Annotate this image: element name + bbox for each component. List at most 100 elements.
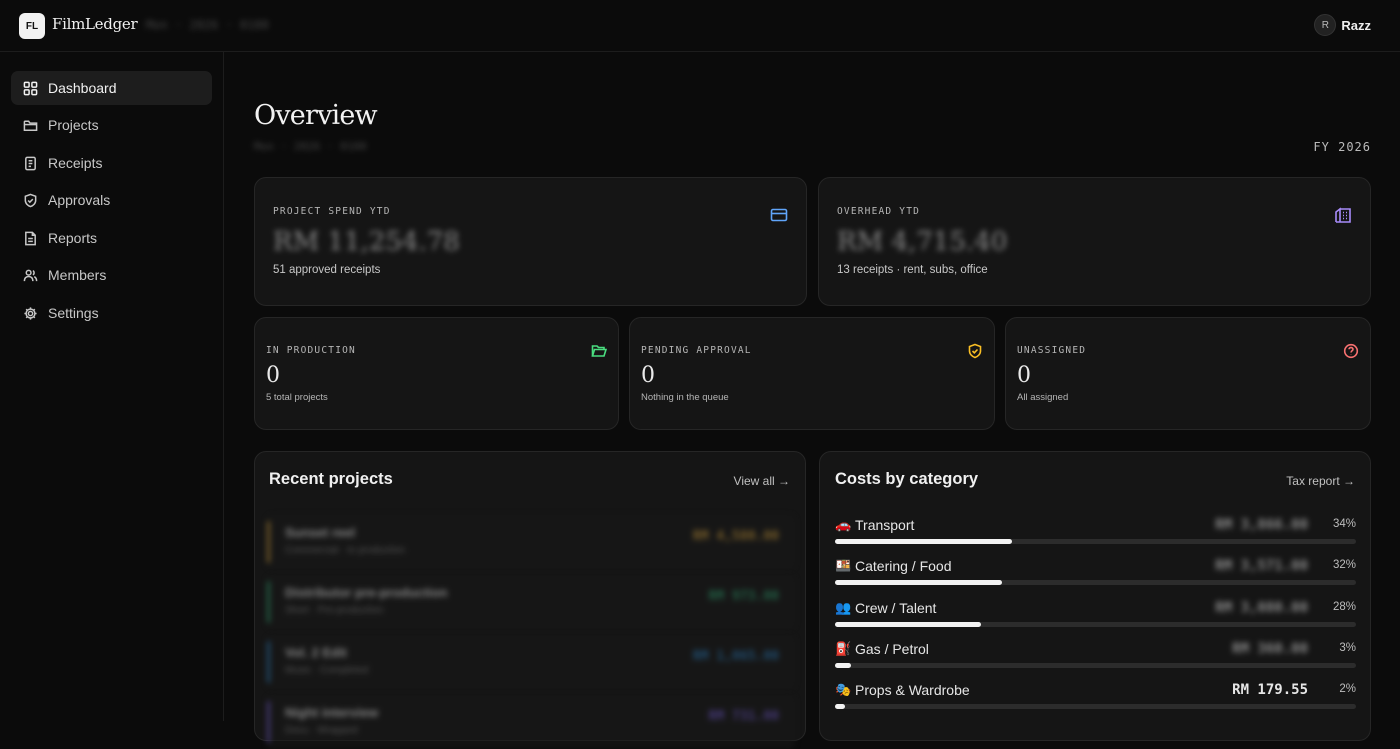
folder-icon: [23, 120, 38, 131]
stat-value: 0: [641, 363, 655, 388]
fuel-pump-icon: ⛽: [835, 641, 852, 656]
project-color-bar: [267, 521, 270, 563]
stat-value: 0: [266, 363, 280, 388]
project-name: Vol. 2 Edit: [285, 645, 347, 660]
sidebar-item-reports[interactable]: Reports: [11, 221, 212, 255]
card-label: PENDING APPROVAL: [641, 345, 752, 356]
category-bar-track: [835, 539, 1356, 544]
category-percent: 3%: [1339, 642, 1356, 654]
sidebar-item-label: Receipts: [48, 155, 103, 171]
overhead-card: OVERHEAD YTD RM 4,715.40 13 receipts · r…: [818, 177, 1371, 306]
theater-masks-icon: 🎭: [835, 682, 852, 697]
category-bar-track: [835, 704, 1356, 709]
category-bar-fill: [835, 580, 1002, 585]
shield-check-icon: [968, 343, 982, 359]
project-amount: RM 4,580.00: [692, 529, 779, 544]
car-icon: 🚗: [835, 517, 852, 532]
page-subtitle: Mon · 2026 · 0100: [254, 140, 367, 153]
project-name: Sunset reel: [285, 525, 356, 540]
category-name: Catering / Food: [855, 558, 952, 574]
category-bar-fill: [835, 622, 981, 627]
category-row: 🚗 Transport RM 3,866.00 34%: [835, 517, 1356, 555]
category-amount: RM 3,080.00: [1215, 600, 1308, 616]
category-row: 👥 Crew / Talent RM 3,080.00 28%: [835, 600, 1356, 638]
sidebar-item-label: Settings: [48, 305, 99, 321]
top-bar: FL FilmLedger Mon · 2026 · 0100 R Razz: [0, 0, 1400, 52]
stat-sub: Nothing in the queue: [641, 392, 729, 403]
project-name: Distributor pre-production: [285, 585, 448, 600]
project-color-bar: [267, 641, 270, 683]
food-icon: 🍱: [835, 558, 852, 573]
building-icon: [1335, 207, 1351, 223]
recent-projects-panel: Recent projects View all → Sunset reel C…: [254, 451, 806, 749]
app-logo[interactable]: FL: [19, 13, 45, 39]
user-menu[interactable]: R Razz: [1314, 14, 1371, 36]
app-name[interactable]: FilmLedger: [52, 15, 138, 33]
stat-sub: 5 total projects: [266, 392, 328, 403]
category-name: Gas / Petrol: [855, 641, 929, 657]
sidebar-item-projects[interactable]: Projects: [11, 108, 212, 142]
sidebar-item-receipts[interactable]: Receipts: [11, 146, 212, 180]
category-bar-fill: [835, 663, 851, 668]
sidebar-item-label: Reports: [48, 230, 98, 246]
sidebar-item-label: Projects: [48, 117, 99, 133]
project-spend-value: RM 11,254.78: [273, 227, 460, 257]
sidebar-item-label: Dashboard: [48, 80, 117, 96]
category-bar-track: [835, 663, 1356, 668]
project-meta: Music · Completed: [285, 665, 369, 676]
category-row: 🎭 Props & Wardrobe RM 179.55 2%: [835, 682, 1356, 720]
category-row: 🍱 Catering / Food RM 3,571.00 32%: [835, 558, 1356, 596]
category-row: ⛽ Gas / Petrol RM 360.00 3%: [835, 641, 1356, 679]
costs-by-category-panel: Costs by category Tax report → 🚗 Transpo…: [819, 451, 1371, 741]
project-name: Night interview: [285, 705, 379, 720]
tax-report-link[interactable]: Tax report →: [1286, 474, 1355, 488]
view-all-link[interactable]: View all →: [734, 474, 790, 488]
list-item[interactable]: Vol. 2 Edit Music · Completed RM 1,065.0…: [267, 635, 795, 689]
grid-icon: [23, 81, 38, 95]
category-percent: 2%: [1339, 683, 1356, 695]
help-circle-icon: [1343, 343, 1359, 359]
panel-title: Costs by category: [835, 470, 979, 488]
card-label: IN PRODUCTION: [266, 345, 356, 356]
sidebar-item-dashboard[interactable]: Dashboard: [11, 71, 212, 105]
category-name: Crew / Talent: [855, 600, 937, 616]
card-label: UNASSIGNED: [1017, 345, 1087, 356]
avatar[interactable]: R: [1314, 14, 1337, 36]
category-bar-track: [835, 580, 1356, 585]
project-color-bar: [267, 581, 270, 623]
list-item[interactable]: Sunset reel Commercial · In production R…: [267, 515, 795, 569]
category-bar-fill: [835, 704, 846, 709]
category-amount: RM 179.55: [1232, 682, 1308, 698]
category-name: Transport: [855, 517, 915, 533]
sidebar-item-label: Members: [48, 267, 107, 283]
project-meta: Short · Pre-production: [285, 605, 384, 616]
receipt-icon: [25, 156, 36, 170]
user-name[interactable]: Razz: [1341, 18, 1371, 33]
main-content: Overview Mon · 2026 · 0100 FY 2026 PROJE…: [224, 52, 1400, 749]
pending-approval-card: PENDING APPROVAL 0 Nothing in the queue: [629, 317, 995, 430]
category-percent: 34%: [1332, 518, 1356, 530]
list-item[interactable]: Distributor pre-production Short · Pre-p…: [267, 575, 795, 629]
category-amount: RM 3,571.00: [1215, 558, 1308, 574]
sidebar-item-members[interactable]: Members: [11, 258, 212, 292]
category-amount: RM 3,866.00: [1215, 517, 1308, 533]
project-color-bar: [267, 701, 270, 743]
gear-icon: [24, 306, 37, 320]
sidebar-item-settings[interactable]: Settings: [11, 296, 212, 330]
project-spend-sub: 51 approved receipts: [273, 264, 381, 276]
project-amount: RM 973.00: [708, 589, 779, 604]
users-icon: [23, 269, 38, 281]
overhead-sub: 13 receipts · rent, subs, office: [837, 264, 988, 276]
project-amount: RM 1,065.00: [692, 649, 779, 664]
list-item[interactable]: Night interview Docu · Wrapped RM 731.00: [267, 695, 795, 749]
category-percent: 28%: [1332, 601, 1356, 613]
card-label: PROJECT SPEND YTD: [273, 206, 391, 217]
credit-card-icon: [770, 208, 788, 222]
project-spend-card: PROJECT SPEND YTD RM 11,254.78 51 approv…: [254, 177, 807, 306]
category-amount: RM 360.00: [1232, 641, 1308, 657]
category-bar-track: [835, 622, 1356, 627]
sidebar-item-approvals[interactable]: Approvals: [11, 183, 212, 217]
top-context-text: Mon · 2026 · 0100: [146, 18, 269, 32]
panel-title: Recent projects: [269, 470, 393, 488]
document-icon: [25, 231, 36, 245]
